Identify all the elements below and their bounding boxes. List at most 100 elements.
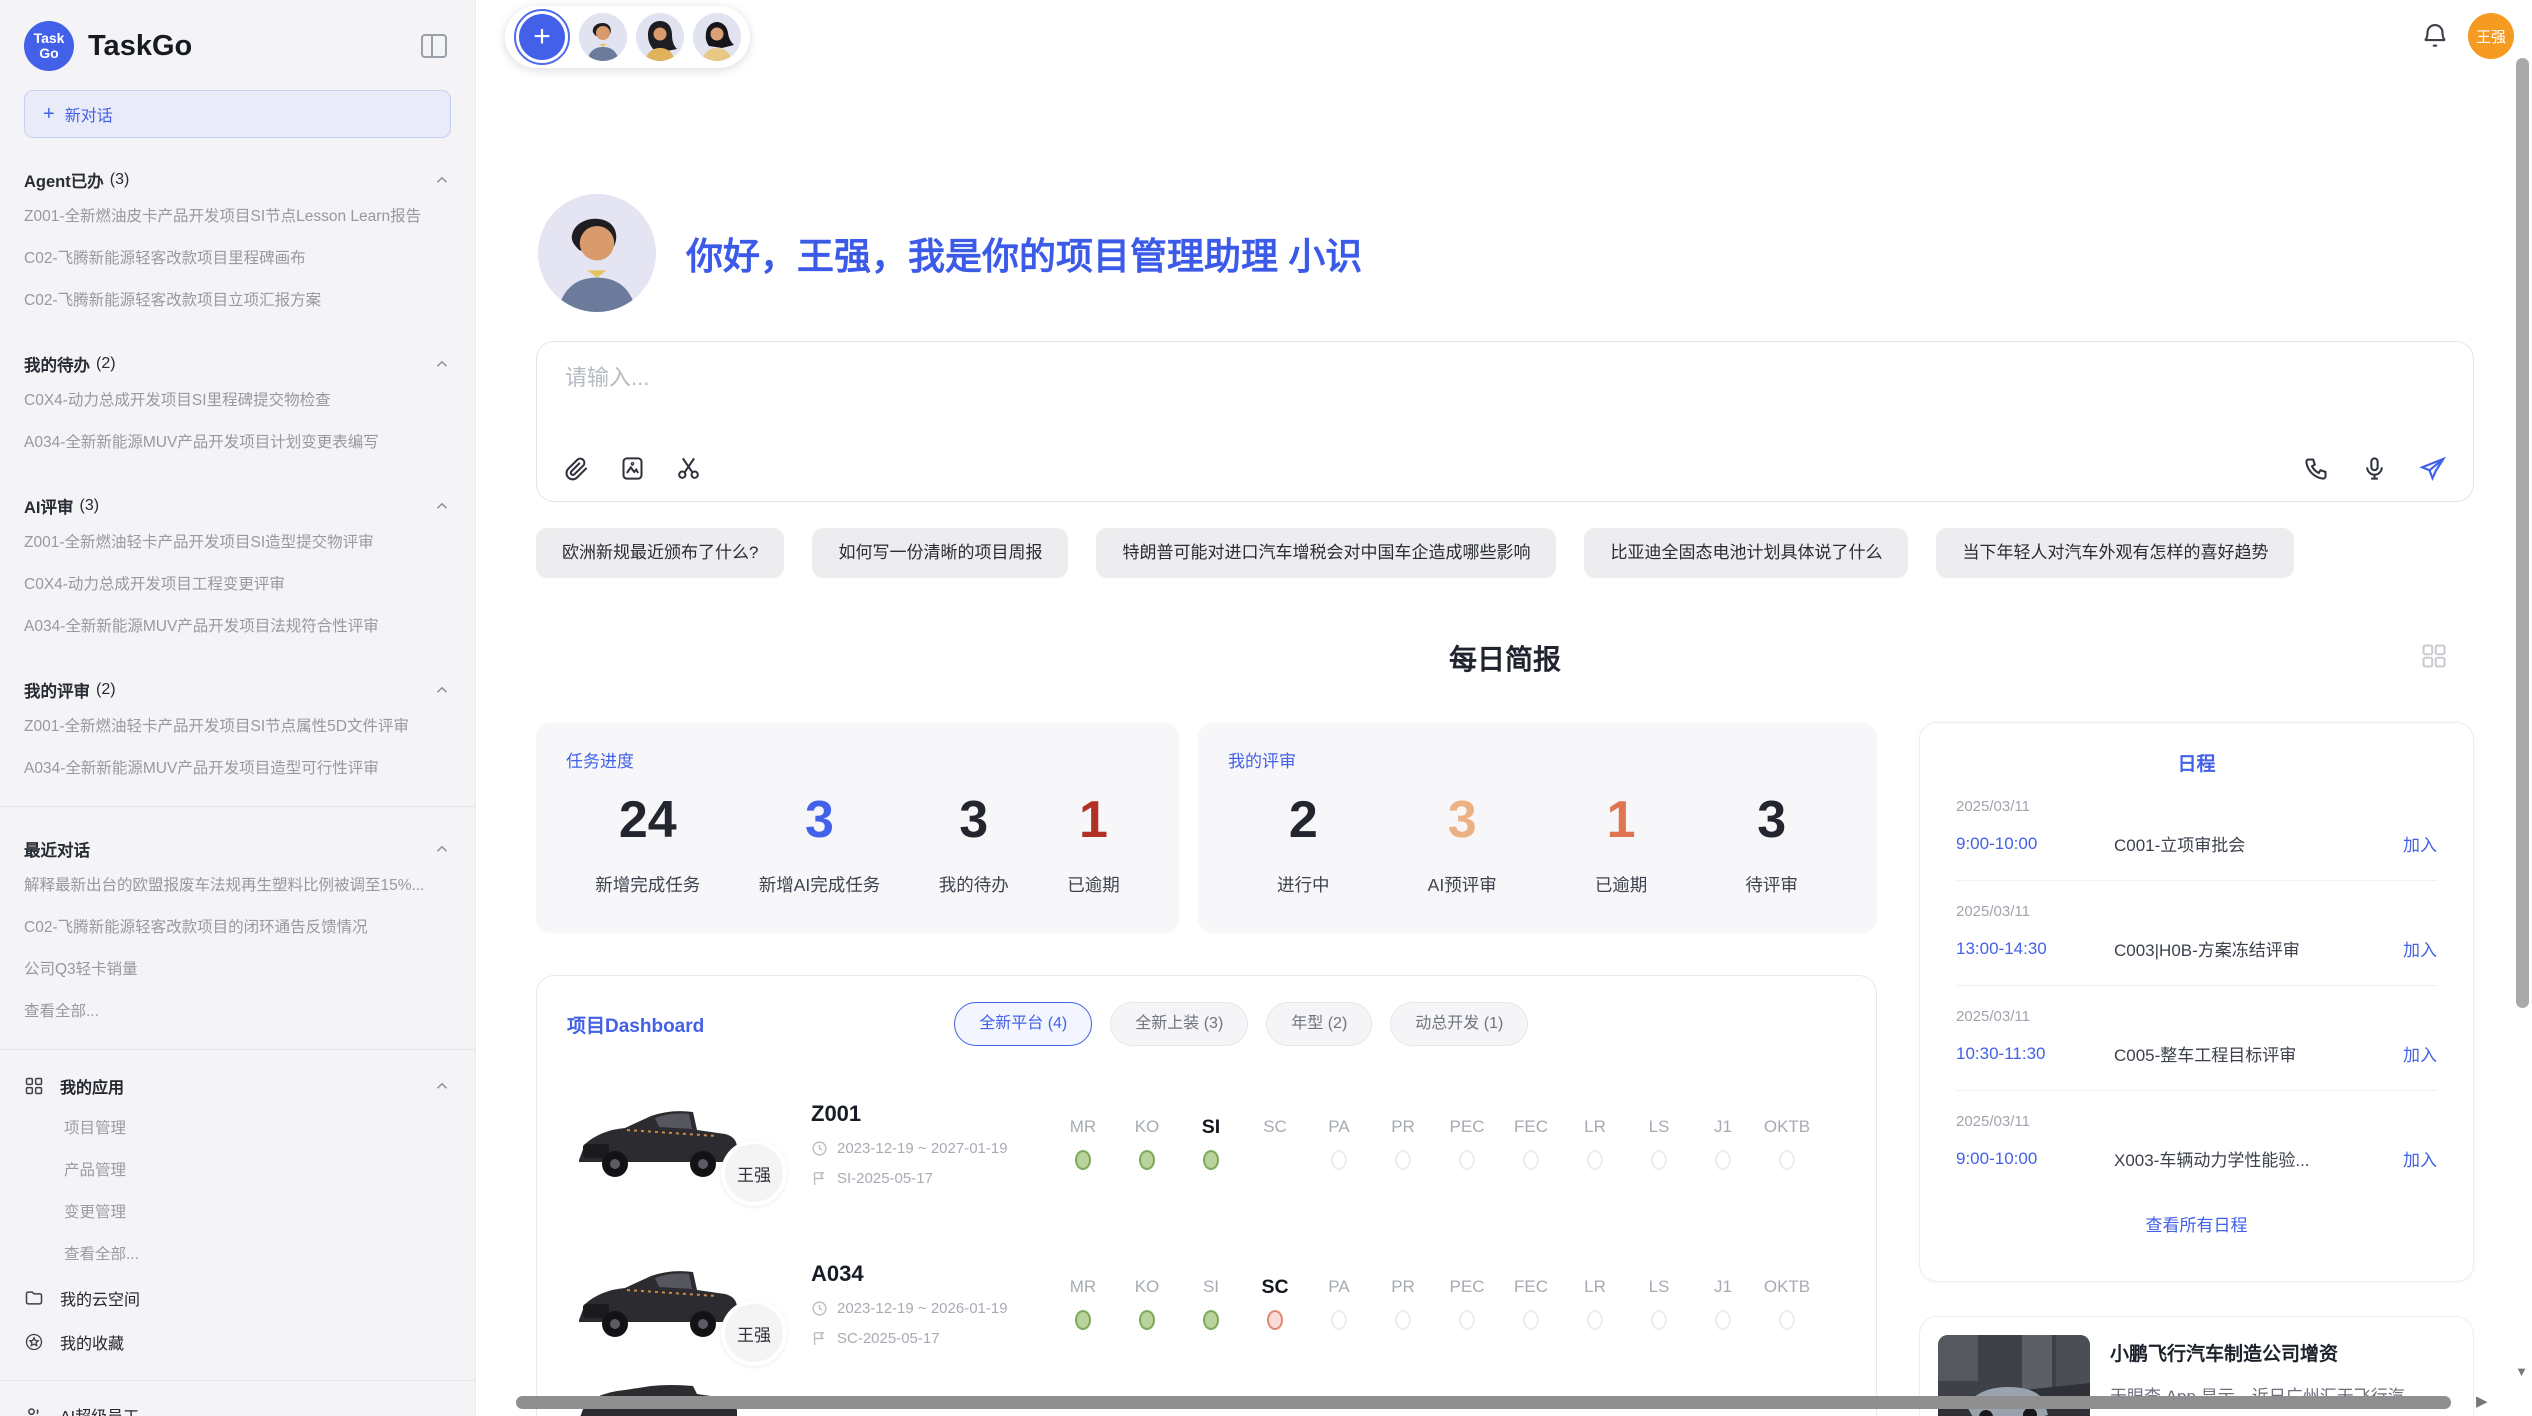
sidebar-task-item[interactable]: C02-飞腾新能源轻客改款项目里程碑画布 [24, 238, 451, 280]
milestone-label: PR [1371, 1113, 1435, 1141]
sidebar: Task Go TaskGo + 新对话 Agent已办 (3) Z001-全新… [0, 0, 476, 1416]
stat: 3 待评审 [1745, 790, 1798, 897]
app-item[interactable]: 产品管理 [24, 1150, 451, 1192]
suggestion-chip[interactable]: 当下年轻人对汽车外观有怎样的喜好趋势 [1936, 528, 2294, 578]
sidebar-task-item[interactable]: Z001-全新燃油轻卡产品开发项目SI节点属性5D文件评审 [24, 706, 451, 748]
sidebar-task-item[interactable]: A034-全新新能源MUV产品开发项目造型可行性评审 [24, 748, 451, 790]
section-my-todo-header[interactable]: 我的待办 (2) [24, 348, 451, 380]
project-row[interactable]: 王强 A034 2023-12-19 ~ 2026-01-19 SC-2025-… [567, 1224, 1846, 1384]
chat-input[interactable] [563, 364, 1963, 392]
app-item[interactable]: 项目管理 [24, 1108, 451, 1150]
stat: 1 已逾期 [1595, 790, 1648, 897]
recent-chat-item[interactable]: 公司Q3轻卡销量 [24, 949, 451, 991]
recent-chat-item[interactable]: 解释最新出台的欧盟报废车法规再生塑料比例被调至15%... [24, 865, 451, 907]
dashboard-tab[interactable]: 全新上装 (3) [1110, 1002, 1248, 1046]
section-ai-review-list: Z001-全新燃油轻卡产品开发项目SI造型提交物评审C0X4-动力总成开发项目工… [24, 522, 451, 648]
milestone-dot [1267, 1310, 1283, 1330]
phone-call-icon[interactable] [2301, 453, 2331, 483]
vertical-scrollbar-thumb[interactable] [2516, 58, 2529, 1008]
section-my-review-header[interactable]: 我的评审 (2) [24, 674, 451, 706]
new-chat-button[interactable]: + 新对话 [24, 90, 451, 138]
image-upload-icon[interactable] [617, 453, 647, 483]
event-join-link[interactable]: 加入 [2403, 831, 2437, 856]
schedule-title: 日程 [1956, 749, 2437, 776]
event-join-link[interactable]: 加入 [2403, 936, 2437, 961]
sidebar-task-item[interactable]: C0X4-动力总成开发项目工程变更评审 [24, 564, 451, 606]
input-toolbar-left [561, 453, 703, 483]
suggestion-chip[interactable]: 欧洲新规最近颁布了什么? [536, 528, 784, 578]
stat-label: 新增完成任务 [595, 872, 700, 897]
dashboard-tab[interactable]: 全新平台 (4) [954, 1002, 1092, 1046]
stat-label: 新增AI完成任务 [759, 872, 881, 897]
milestone-dot [1651, 1150, 1667, 1170]
milestone-track [1115, 1305, 1179, 1335]
project-row[interactable]: 王强 Z001 2023-12-19 ~ 2027-01-19 SI-2025-… [567, 1064, 1846, 1224]
app-item[interactable]: 变更管理 [24, 1192, 451, 1234]
section-count: (2) [96, 355, 116, 373]
sidebar-task-item[interactable]: C02-飞腾新能源轻客改款项目立项汇报方案 [24, 280, 451, 322]
dashboard-tab[interactable]: 动总开发 (1) [1390, 1002, 1528, 1046]
assistant-avatar-2[interactable] [636, 13, 684, 61]
section-ai-review-header[interactable]: AI评审 (3) [24, 490, 451, 522]
suggestion-chip[interactable]: 比亚迪全固态电池计划具体说了什么 [1584, 528, 1908, 578]
milestone-dot [1139, 1150, 1155, 1170]
recent-chat-item[interactable]: C02-飞腾新能源轻客改款项目的闭环通告反馈情况 [24, 907, 451, 949]
milestone: LS [1627, 1273, 1691, 1335]
sidebar-item-my-apps[interactable]: 我的应用 [24, 1064, 451, 1108]
milestone-dot [1203, 1310, 1219, 1330]
sidebar-task-item[interactable]: A034-全新新能源MUV产品开发项目计划变更表编写 [24, 422, 451, 464]
briefing-layout-icon[interactable] [2420, 642, 2448, 670]
assistant-avatar-3[interactable] [693, 13, 741, 61]
add-assistant-button[interactable]: + [514, 9, 570, 65]
stat: 24 新增完成任务 [595, 790, 700, 897]
suggestion-chip[interactable]: 特朗普可能对进口汽车增税会对中国车企造成哪些影响 [1096, 528, 1556, 578]
sidebar-item-favorites[interactable]: 我的收藏 [24, 1320, 451, 1364]
stat: 1 已逾期 [1067, 790, 1120, 897]
section-agent-done-header[interactable]: Agent已办 (3) [24, 164, 451, 196]
section-title: 最近对话 [24, 837, 90, 861]
sidebar-task-item[interactable]: C0X4-动力总成开发项目SI里程碑提交物检查 [24, 380, 451, 422]
sidebar-task-item[interactable]: A034-全新新能源MUV产品开发项目法规符合性评审 [24, 606, 451, 648]
scroll-down-arrow-icon[interactable]: ▼ [2515, 1364, 2528, 1379]
assistant-avatar-1[interactable] [579, 13, 627, 61]
notifications-bell-icon[interactable] [2420, 20, 2450, 50]
event-join-link[interactable]: 加入 [2403, 1041, 2437, 1066]
event-time: 9:00-10:00 [1956, 834, 2114, 854]
section-recent-chats-header[interactable]: 最近对话 [24, 833, 451, 865]
stat-value: 3 [1745, 790, 1798, 850]
divider [0, 806, 475, 807]
microphone-icon[interactable] [2359, 453, 2389, 483]
attachment-icon[interactable] [561, 453, 591, 483]
milestone-label: OKTB [1755, 1113, 1819, 1141]
user-avatar[interactable]: 王强 [2468, 13, 2514, 59]
stat-value: 1 [1595, 790, 1648, 850]
news-title: 小鹏飞行汽车制造公司增资 [2110, 1339, 2419, 1366]
recent-chats-view-all[interactable]: 查看全部... [24, 991, 451, 1033]
scissors-icon[interactable] [673, 453, 703, 483]
sidebar-item-cloud-space[interactable]: 我的云空间 [24, 1276, 451, 1320]
apps-view-all[interactable]: 查看全部... [24, 1234, 451, 1276]
project-image: 王强 [567, 1254, 783, 1354]
stat: 3 我的待办 [939, 790, 1009, 897]
send-icon[interactable] [2417, 453, 2447, 483]
event-join-link[interactable]: 加入 [2403, 1146, 2437, 1171]
milestone: J1 [1691, 1273, 1755, 1335]
stat-value: 3 [939, 790, 1009, 850]
milestone-dot [1715, 1150, 1731, 1170]
milestone-dot [1779, 1310, 1795, 1330]
plus-icon: + [519, 14, 565, 60]
milestone: OKTB [1755, 1113, 1819, 1175]
milestone-dot [1459, 1310, 1475, 1330]
scroll-right-arrow-icon[interactable]: ▶ [2476, 1392, 2488, 1410]
sidebar-item-ai-staff[interactable]: AI超级员工 [24, 1393, 451, 1416]
sidebar-task-item[interactable]: Z001-全新燃油皮卡产品开发项目SI节点Lesson Learn报告 [24, 196, 451, 238]
milestone-label: SC [1243, 1113, 1307, 1141]
sidebar-collapse-icon[interactable] [417, 29, 451, 63]
milestone-track [1755, 1305, 1819, 1335]
horizontal-scrollbar-thumb[interactable] [516, 1396, 2451, 1409]
sidebar-task-item[interactable]: Z001-全新燃油轻卡产品开发项目SI造型提交物评审 [24, 522, 451, 564]
suggestion-chip[interactable]: 如何写一份清晰的项目周报 [812, 528, 1068, 578]
milestone-label: LS [1627, 1113, 1691, 1141]
view-all-schedule-link[interactable]: 查看所有日程 [1956, 1211, 2437, 1236]
dashboard-tab[interactable]: 年型 (2) [1266, 1002, 1372, 1046]
